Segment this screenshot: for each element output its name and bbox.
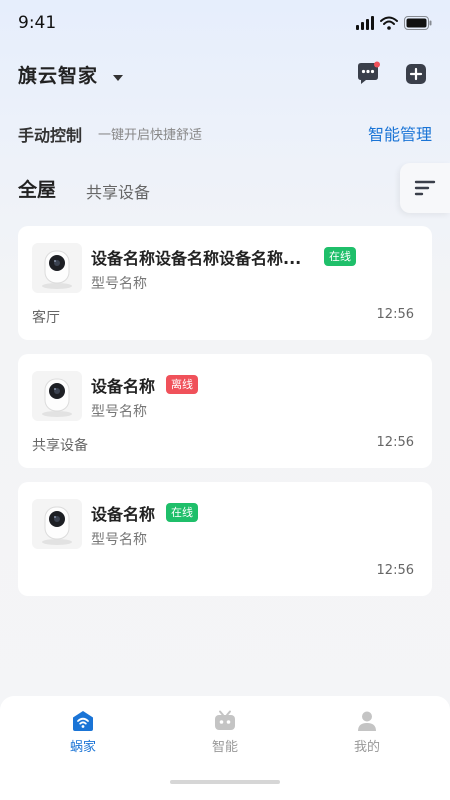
battery-icon xyxy=(404,15,432,34)
device-model: 型号名称 xyxy=(91,532,147,548)
manual-control-subtitle: 一键开启快捷舒适 xyxy=(98,128,203,143)
camera-icon xyxy=(42,506,72,545)
manual-control-title: 手动控制 xyxy=(18,126,83,145)
caret-down-icon[interactable] xyxy=(112,67,124,86)
status-icons xyxy=(356,15,432,34)
home-wifi-icon xyxy=(72,710,94,732)
home-name[interactable]: 旗云智家 xyxy=(18,61,98,88)
camera-thumbnail xyxy=(32,243,82,293)
status-time: 9:41 xyxy=(18,13,57,33)
home-indicator[interactable] xyxy=(170,780,280,784)
device-card[interactable]: 设备名称 在线 型号名称 12:56 xyxy=(18,482,432,596)
signal-icon xyxy=(356,15,374,34)
robot-icon xyxy=(214,710,236,732)
device-name: 设备名称 xyxy=(91,377,156,396)
device-time: 12:56 xyxy=(376,563,414,578)
camera-thumbnail xyxy=(32,371,82,421)
device-time: 12:56 xyxy=(376,307,414,322)
status-badge: 在线 xyxy=(324,247,356,266)
device-room: 共享设备 xyxy=(32,438,88,454)
device-name: 设备名称 xyxy=(91,505,156,524)
nav-item-smart[interactable]: 智能 xyxy=(190,710,260,760)
nav-label-smart: 智能 xyxy=(211,740,238,755)
person-icon xyxy=(356,710,378,732)
message-button[interactable] xyxy=(354,60,382,88)
nav-label-home: 蜗家 xyxy=(69,740,96,755)
device-time: 12:56 xyxy=(376,435,414,450)
home-header: 旗云智家 xyxy=(18,58,432,90)
nav-item-home[interactable]: 蜗家 xyxy=(48,710,118,760)
device-card[interactable]: 设备名称 离线 型号名称 共享设备 12:56 xyxy=(18,354,432,468)
status-badge: 离线 xyxy=(166,375,198,394)
wifi-icon xyxy=(380,15,398,34)
camera-icon xyxy=(42,250,72,289)
status-bar: 9:41 xyxy=(0,0,450,46)
status-badge: 在线 xyxy=(166,503,198,522)
nav-item-mine[interactable]: 我的 xyxy=(332,710,402,760)
message-icon xyxy=(358,61,380,84)
nav-label-mine: 我的 xyxy=(353,740,380,755)
add-device-button[interactable] xyxy=(402,60,430,88)
tab-all-house[interactable]: 全屋 xyxy=(18,175,56,202)
tab-shared-devices[interactable]: 共享设备 xyxy=(86,179,150,203)
bottom-nav: 蜗家 智能 我的 xyxy=(0,696,450,800)
camera-icon xyxy=(42,378,72,417)
device-name: 设备名称设备名称设备名称... xyxy=(91,249,302,268)
sort-filter-button[interactable] xyxy=(400,163,450,213)
device-card[interactable]: 设备名称设备名称设备名称... 在线 型号名称 客厅 12:56 xyxy=(18,226,432,340)
device-model: 型号名称 xyxy=(91,404,147,420)
device-model: 型号名称 xyxy=(91,276,147,292)
smart-manage-link[interactable]: 智能管理 xyxy=(368,121,432,145)
device-room: 客厅 xyxy=(32,310,60,326)
plus-icon xyxy=(406,64,426,84)
camera-thumbnail xyxy=(32,499,82,549)
manual-control-row: 手动控制 一键开启快捷舒适 智能管理 xyxy=(18,120,432,145)
sort-lines-icon xyxy=(414,180,436,196)
